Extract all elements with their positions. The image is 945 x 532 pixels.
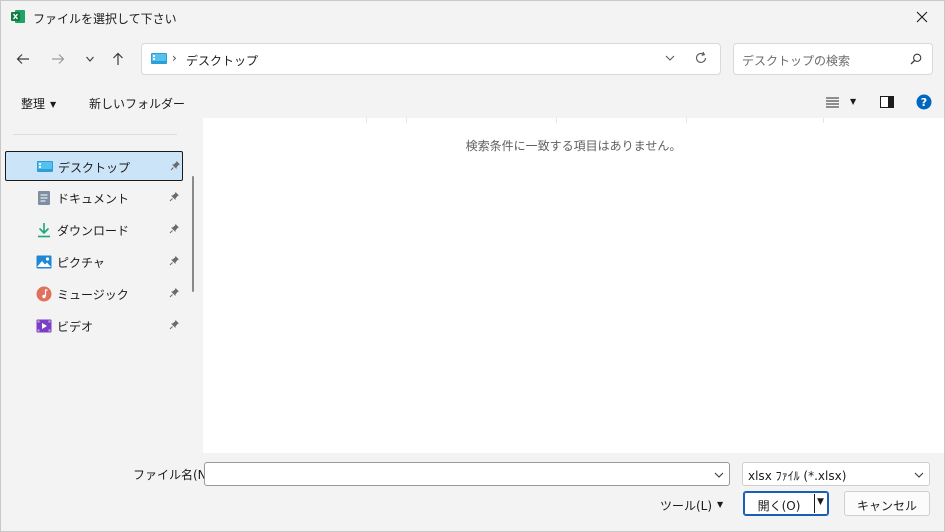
forward-button[interactable]	[44, 45, 72, 73]
caret-down-icon[interactable]: ▼	[817, 497, 824, 507]
svg-text:?: ?	[921, 96, 927, 109]
sidebar-item-music[interactable]: ミュージック	[5, 279, 183, 309]
column-divider[interactable]	[556, 118, 557, 123]
download-icon	[38, 223, 50, 238]
title-bar: ファイルを選択して下さい	[1, 1, 944, 33]
music-icon	[36, 286, 52, 302]
search-icon	[910, 53, 922, 65]
documents-icon	[38, 191, 50, 205]
chevron-down-icon[interactable]	[713, 469, 725, 481]
cancel-button[interactable]: キャンセル	[844, 491, 930, 516]
pin-icon	[169, 320, 179, 330]
sidebar-item-videos[interactable]: ビデオ	[5, 311, 183, 341]
recent-locations-button[interactable]	[76, 45, 104, 73]
arrow-right-icon	[52, 54, 65, 64]
up-button[interactable]	[104, 45, 132, 73]
open-button[interactable]: 開く(O) ▼	[743, 491, 829, 516]
breadcrumb-separator: ›	[172, 51, 177, 65]
open-button-label: 開く(O)	[757, 499, 801, 513]
excel-icon	[11, 10, 25, 23]
cancel-button-label: キャンセル	[856, 499, 917, 513]
sidebar-item-pictures[interactable]: ピクチャ	[5, 247, 183, 277]
chevron-down-icon	[914, 472, 924, 478]
filename-input[interactable]	[204, 462, 730, 486]
split-divider	[814, 494, 815, 513]
new-folder-label: 新しいフォルダー	[89, 97, 186, 111]
desktop-icon	[37, 161, 53, 172]
pin-icon	[169, 192, 179, 202]
caret-down-icon: ▼	[50, 100, 57, 109]
search-input[interactable]: デスクトップの検索	[733, 43, 933, 75]
sidebar-item-label: ドキュメント	[57, 192, 130, 206]
column-divider[interactable]	[406, 118, 407, 123]
nav-divider	[13, 134, 177, 135]
sidebar-item-label: ピクチャ	[57, 256, 105, 270]
chevron-down-icon	[86, 56, 94, 62]
view-options-caret-icon[interactable]: ▼	[850, 97, 856, 106]
caret-down-icon[interactable]: ▼	[717, 500, 723, 509]
pictures-icon	[36, 255, 52, 269]
search-placeholder: デスクトップの検索	[742, 54, 851, 68]
refresh-icon[interactable]	[694, 51, 708, 65]
sidebar-item-label: ミュージック	[57, 288, 129, 302]
file-open-dialog: ファイルを選択して下さい › デスクトップ デスクトップの検索 整理 ▼ 新しい…	[0, 0, 945, 532]
tools-menu[interactable]: ツール(L)	[660, 497, 712, 514]
breadcrumb-desktop[interactable]: デスクトップ	[186, 52, 258, 69]
arrow-left-icon	[16, 54, 29, 64]
view-list-icon[interactable]	[826, 97, 839, 108]
new-folder-button[interactable]: 新しいフォルダー	[89, 95, 185, 112]
filetype-select[interactable]: xlsx ﾌｧｲﾙ (*.xlsx)	[742, 462, 930, 486]
close-button[interactable]	[900, 1, 944, 33]
sidebar-item-label: デスクトップ	[58, 161, 131, 175]
pin-icon	[169, 224, 179, 234]
empty-message: 検索条件に一致する項目はありません。	[465, 139, 682, 153]
window-title: ファイルを選択して下さい	[33, 12, 177, 26]
preview-pane-icon[interactable]	[880, 96, 894, 108]
arrow-up-icon	[113, 52, 123, 65]
column-divider[interactable]	[823, 118, 824, 123]
chevron-down-icon[interactable]	[664, 52, 676, 64]
organize-label: 整理	[21, 97, 46, 111]
navigation-scrollbar[interactable]	[192, 176, 194, 292]
column-divider[interactable]	[366, 118, 367, 123]
column-divider[interactable]	[686, 118, 687, 123]
column-header[interactable]	[203, 118, 944, 124]
desktop-icon	[151, 53, 167, 64]
pin-icon	[170, 161, 180, 171]
back-button[interactable]	[9, 45, 37, 73]
sidebar-item-documents[interactable]: ドキュメント	[5, 183, 183, 213]
filetype-value: xlsx ﾌｧｲﾙ (*.xlsx)	[748, 469, 847, 483]
help-icon[interactable]: ?	[916, 94, 932, 110]
sidebar-item-label: ビデオ	[57, 320, 94, 334]
pin-icon	[169, 288, 179, 298]
pin-icon	[169, 256, 179, 266]
sidebar-item-downloads[interactable]: ダウンロード	[5, 215, 183, 245]
organize-menu[interactable]: 整理 ▼	[21, 95, 56, 112]
navigation-pane: デスクトップ ドキュメント ダウンロード ピクチャ ミュージック ビデオ	[1, 118, 187, 453]
close-icon	[916, 11, 928, 23]
file-list[interactable]: 検索条件に一致する項目はありません。	[203, 118, 944, 453]
sidebar-item-label: ダウンロード	[57, 224, 130, 238]
video-icon	[36, 319, 52, 333]
address-bar[interactable]: › デスクトップ	[141, 43, 721, 75]
sidebar-item-desktop[interactable]: デスクトップ	[5, 151, 183, 181]
